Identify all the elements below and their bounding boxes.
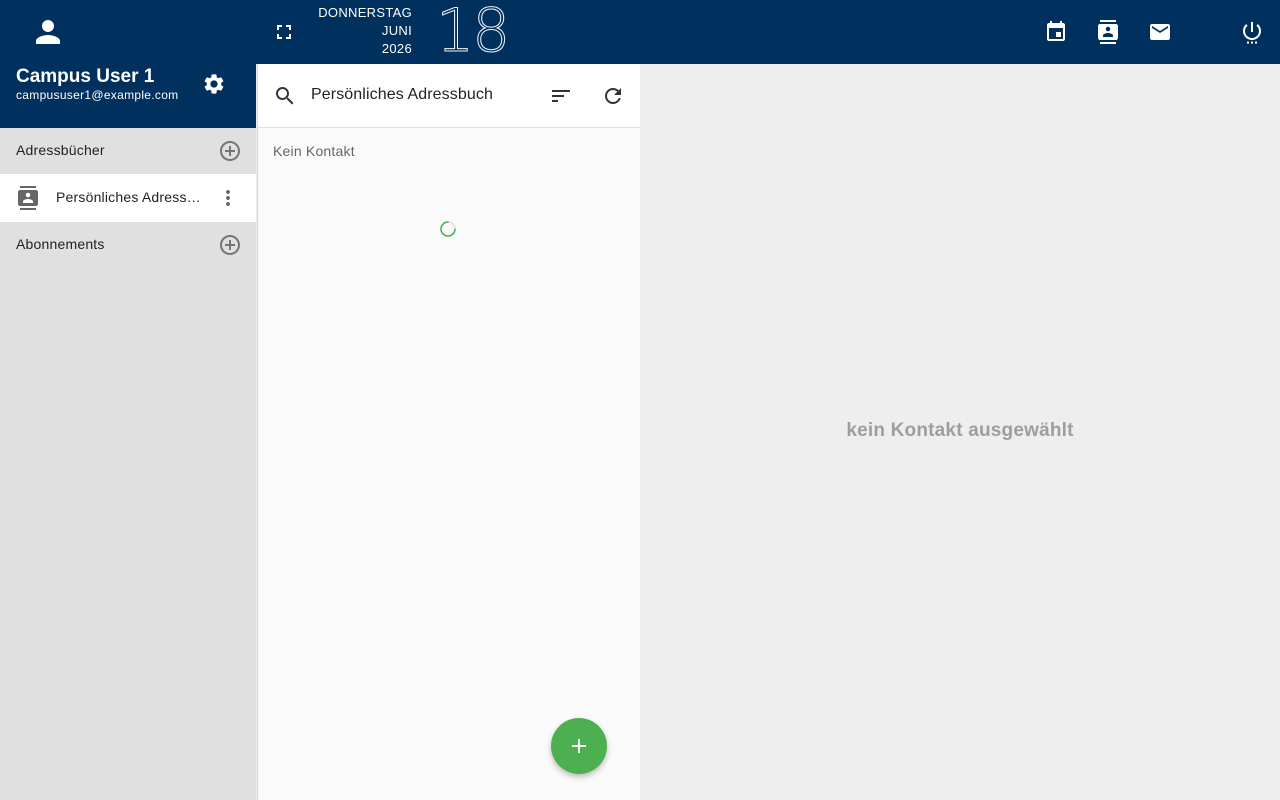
search-icon[interactable]: [273, 84, 297, 108]
power-icon[interactable]: [1240, 20, 1264, 44]
gear-icon[interactable]: [202, 72, 226, 96]
add-contact-button[interactable]: [551, 718, 607, 774]
fullscreen-icon[interactable]: [272, 20, 296, 44]
plus-icon: [572, 739, 586, 753]
date-day: 18: [435, 0, 510, 67]
addressbook-item-personal[interactable]: Persönliches Adressbuch: [0, 174, 256, 222]
addressbooks-label: Adressbücher: [16, 142, 105, 158]
list-toolbar: Persönliches Adressbuch: [258, 64, 641, 128]
add-addressbook-icon[interactable]: [218, 139, 242, 163]
subscriptions-section: Abonnements: [0, 222, 256, 268]
addressbook-icon: [16, 186, 40, 210]
empty-list-text: Kein Kontakt: [273, 143, 355, 159]
calendar-icon[interactable]: [1044, 20, 1068, 44]
contacts-icon[interactable]: [1096, 20, 1120, 44]
user-name: Campus User 1: [16, 66, 155, 87]
more-vert-icon[interactable]: [216, 186, 240, 210]
addressbook-label: Persönliches Adressbuch: [56, 189, 202, 205]
user-email: campususer1@example.com: [16, 88, 179, 102]
mail-icon[interactable]: [1148, 20, 1172, 44]
date-month: JUNI: [381, 23, 412, 38]
sidebar: Campus User 1 campususer1@example.com Ad…: [0, 64, 256, 800]
date-year: 2026: [381, 41, 412, 56]
subscriptions-label: Abonnements: [16, 236, 105, 252]
date-display: DONNERSTAG JUNI 2026: [300, 4, 412, 58]
addressbooks-section: Adressbücher: [0, 128, 256, 174]
user-avatar-icon: [30, 14, 66, 50]
contact-list-pane: Persönliches Adressbuch Kein Kontakt: [257, 64, 641, 800]
list-title: Persönliches Adressbuch: [311, 86, 493, 103]
sort-icon[interactable]: [549, 84, 573, 108]
contact-detail-pane: kein Kontakt ausgewählt: [640, 64, 1280, 800]
no-contact-selected-text: kein Kontakt ausgewählt: [846, 420, 1074, 441]
date-weekday: DONNERSTAG: [318, 5, 412, 20]
loading-spinner-icon: [439, 220, 457, 238]
user-panel: Campus User 1 campususer1@example.com: [0, 64, 256, 128]
top-bar: DONNERSTAG JUNI 2026 18: [0, 0, 1280, 67]
add-subscription-icon[interactable]: [218, 233, 242, 257]
refresh-icon[interactable]: [601, 84, 625, 108]
